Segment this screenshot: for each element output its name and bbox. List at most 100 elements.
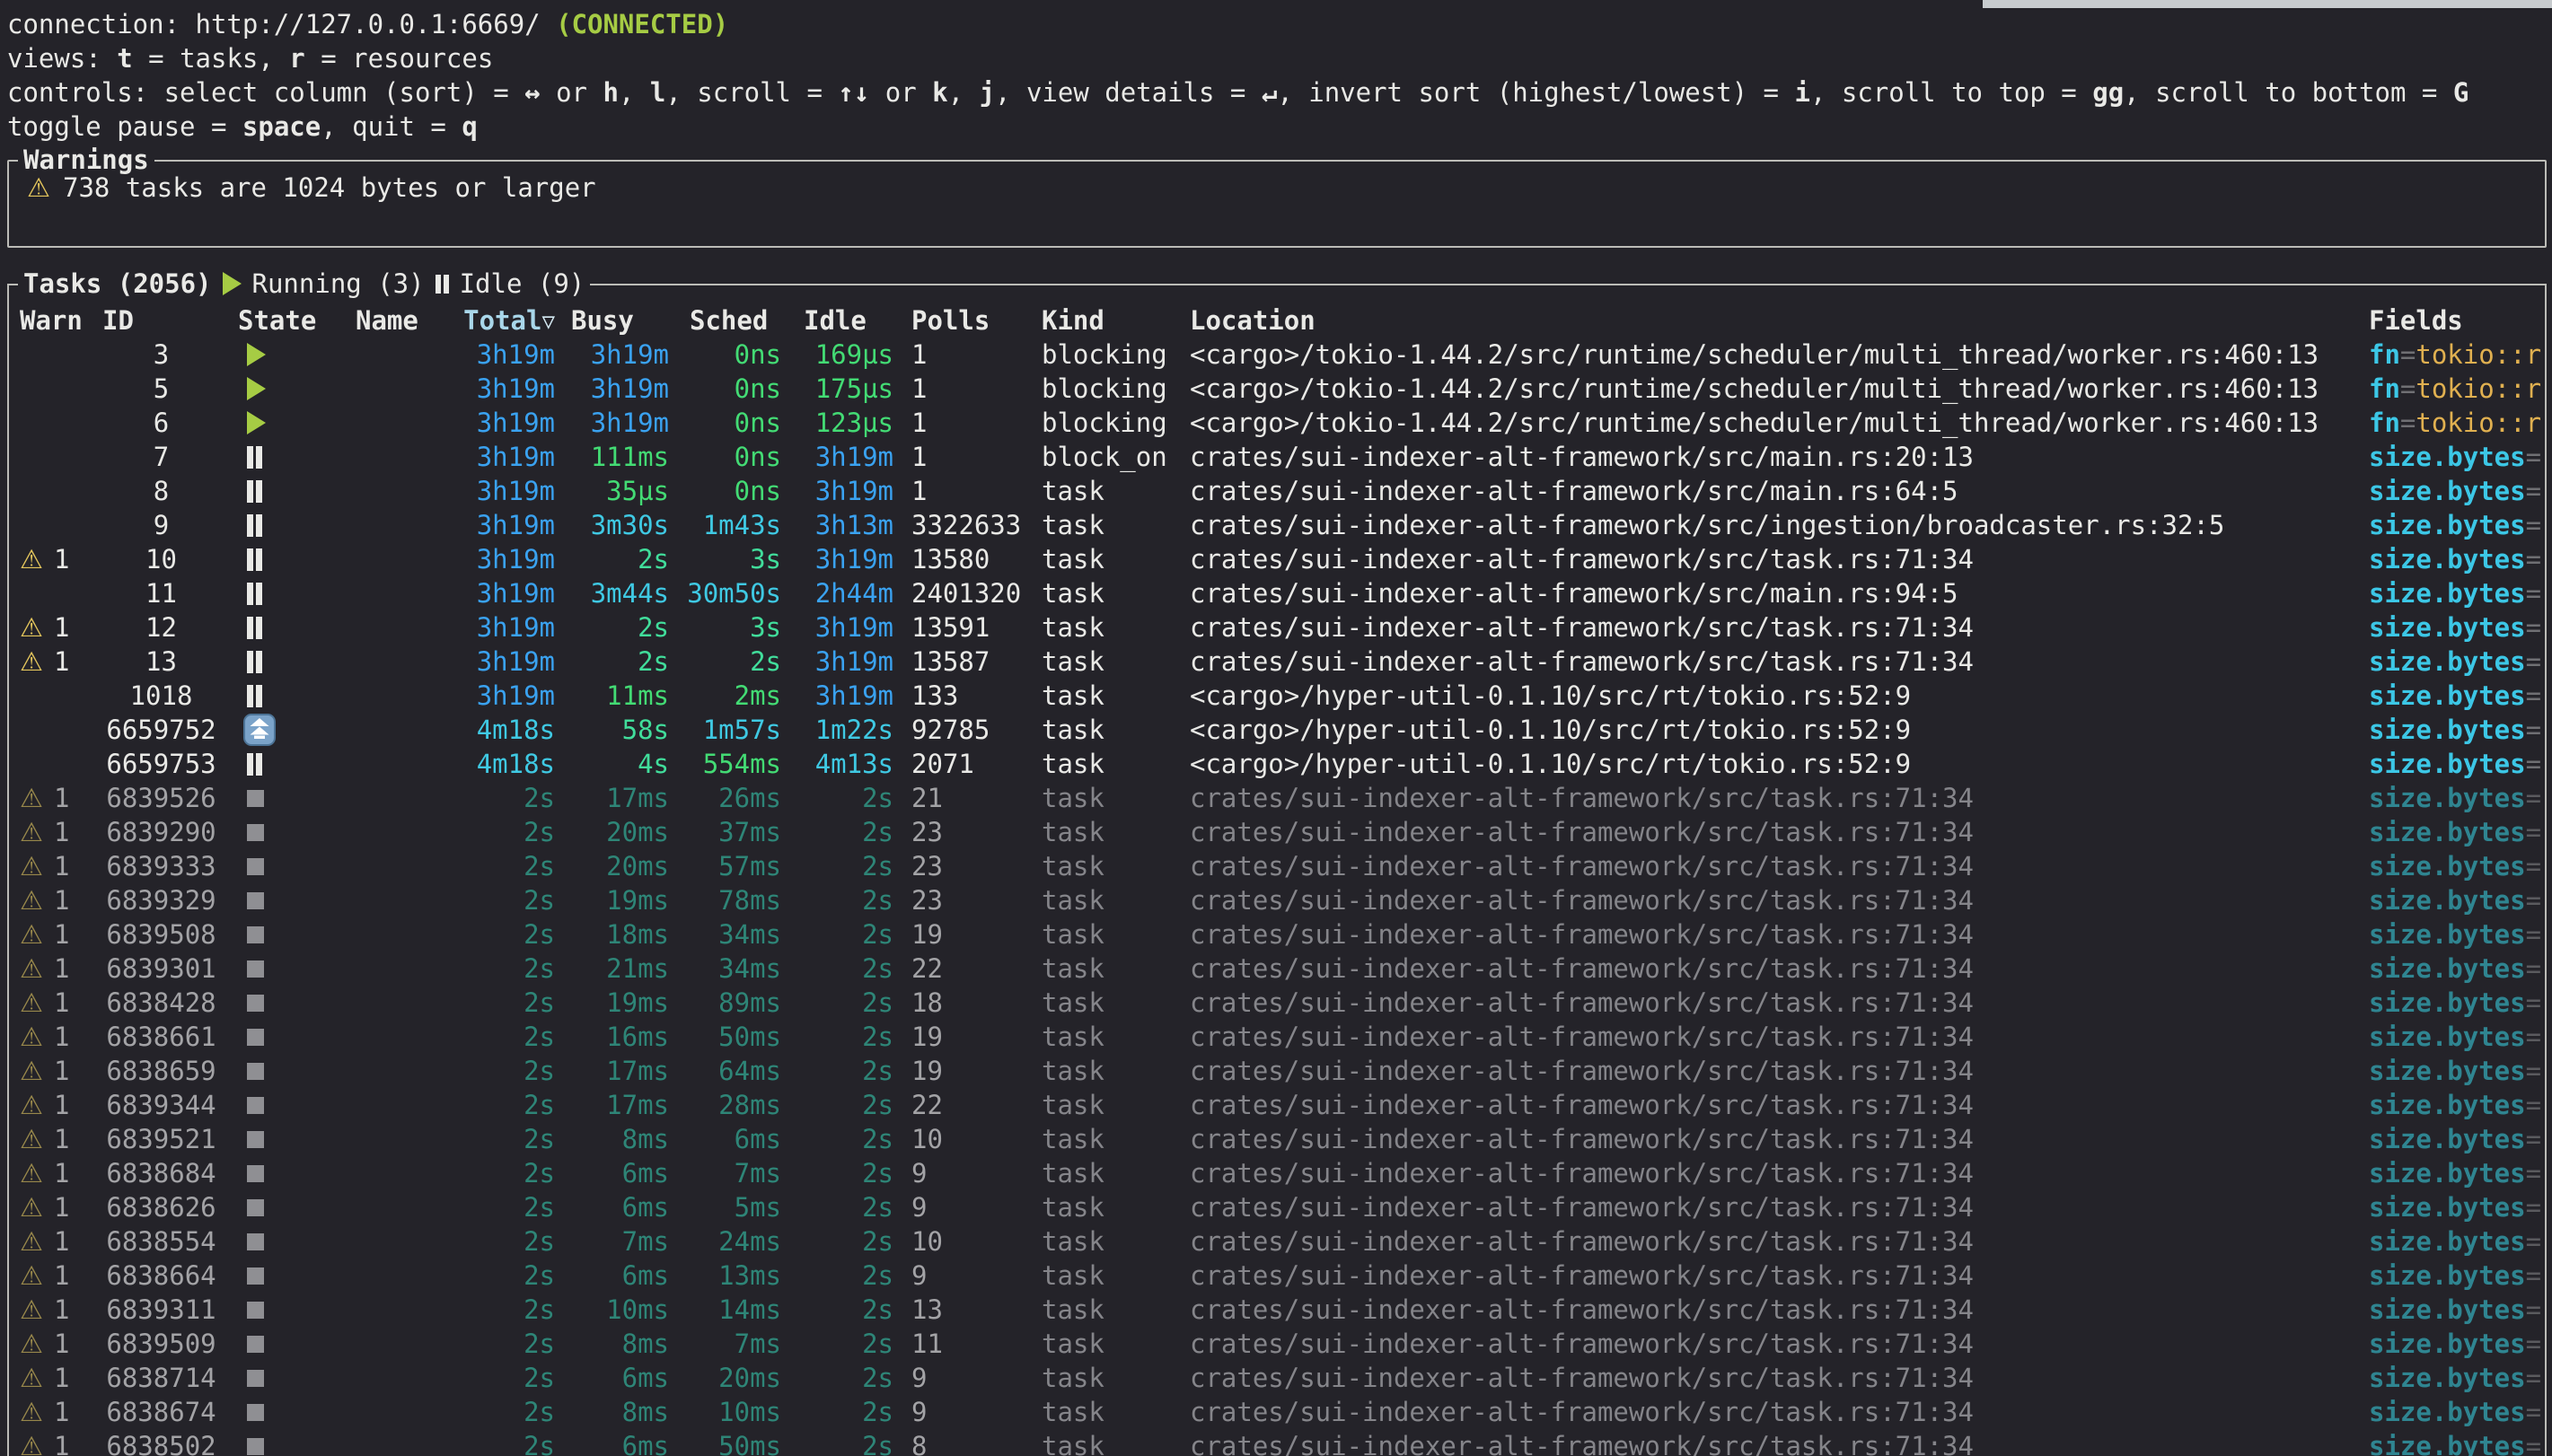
task-row[interactable]: 10183h19m11ms2ms3h19m133task<cargo>/hype… xyxy=(9,679,2545,713)
cell-warn: ⚠1 xyxy=(9,1122,102,1156)
task-row[interactable]: 63h19m3h19m0ns123µs1blocking<cargo>/toki… xyxy=(9,406,2545,440)
task-row[interactable]: ⚠168386842s6ms7ms2s9taskcrates/sui-index… xyxy=(9,1156,2545,1190)
task-row[interactable]: ⚠168393012s21ms34ms2s22taskcrates/sui-in… xyxy=(9,952,2545,986)
task-row[interactable]: ⚠168386262s6ms5ms2s9taskcrates/sui-index… xyxy=(9,1190,2545,1224)
cell-polls: 2401320 xyxy=(893,576,1026,610)
task-row[interactable]: ⚠168386642s6ms13ms2s9taskcrates/sui-inde… xyxy=(9,1259,2545,1293)
task-row[interactable]: 73h19m111ms0ns3h19m1block_oncrates/sui-i… xyxy=(9,440,2545,474)
task-row[interactable]: ⚠168395262s17ms26ms2s21taskcrates/sui-in… xyxy=(9,781,2545,815)
cell-kind: task xyxy=(1026,610,1181,645)
column-header-idle[interactable]: Idle xyxy=(781,303,893,338)
column-header-sched[interactable]: Sched xyxy=(669,303,781,338)
task-row[interactable]: 53h19m3h19m0ns175µs1blocking<cargo>/toki… xyxy=(9,372,2545,406)
task-row[interactable]: ⚠1103h19m2s3s3h19m13580taskcrates/sui-in… xyxy=(9,542,2545,576)
task-row[interactable]: ⚠168393292s19ms78ms2s23taskcrates/sui-in… xyxy=(9,883,2545,917)
cell-sched: 1m43s xyxy=(669,508,781,542)
column-header-polls[interactable]: Polls xyxy=(893,303,1026,338)
cell-busy: 8ms xyxy=(555,1327,669,1361)
cell-total: 2s xyxy=(445,1190,555,1224)
field-separator: = xyxy=(2526,1260,2541,1291)
field-key: size.bytes xyxy=(2369,578,2526,609)
cell-busy: 8ms xyxy=(555,1395,669,1429)
cell-state xyxy=(220,1029,346,1046)
task-row[interactable]: 93h19m3m30s1m43s3h13m3322633taskcrates/s… xyxy=(9,508,2545,542)
column-header-location[interactable]: Location xyxy=(1181,303,2360,338)
column-header-state[interactable]: State xyxy=(220,303,346,338)
stop-icon xyxy=(247,790,264,807)
column-header-fields[interactable]: Fields xyxy=(2360,303,2545,338)
cell-kind: block_on xyxy=(1026,440,1181,474)
column-header-id[interactable]: ID xyxy=(102,303,220,338)
cell-location: crates/sui-indexer-alt-framework/src/tas… xyxy=(1181,1054,2360,1088)
task-row[interactable]: ⚠168393112s10ms14ms2s13taskcrates/sui-in… xyxy=(9,1293,2545,1327)
controls-segment: gg xyxy=(2092,77,2124,108)
cell-warn: ⚠1 xyxy=(9,1395,102,1429)
column-header-kind[interactable]: Kind xyxy=(1026,303,1181,338)
task-row[interactable]: ⚠168393332s20ms57ms2s23taskcrates/sui-in… xyxy=(9,849,2545,883)
pause-icon xyxy=(247,446,262,469)
task-row[interactable]: ⚠168386742s8ms10ms2s9taskcrates/sui-inde… xyxy=(9,1395,2545,1429)
cell-total: 3h19m xyxy=(445,372,555,406)
cell-fields: size.bytes= xyxy=(2360,883,2545,917)
column-header-warn[interactable]: Warn xyxy=(9,303,102,338)
cell-fields: size.bytes= xyxy=(2360,713,2545,747)
cell-task-id: 7 xyxy=(102,440,220,474)
task-row[interactable]: ⚠168386592s17ms64ms2s19taskcrates/sui-in… xyxy=(9,1054,2545,1088)
cell-idle: 2s xyxy=(781,1327,893,1361)
cell-warn: ⚠1 xyxy=(9,781,102,815)
task-row[interactable]: 66597534m18s4s554ms4m13s2071task<cargo>/… xyxy=(9,747,2545,781)
cell-busy: 2s xyxy=(555,610,669,645)
cell-busy: 58s xyxy=(555,713,669,747)
task-row[interactable]: ⚠168393442s17ms28ms2s22taskcrates/sui-in… xyxy=(9,1088,2545,1122)
pause-icon xyxy=(247,514,262,537)
task-row[interactable]: ⚠168387142s6ms20ms2s9taskcrates/sui-inde… xyxy=(9,1361,2545,1395)
cell-fields: size.bytes= xyxy=(2360,610,2545,645)
column-header-total[interactable]: Total▿ xyxy=(445,303,555,338)
pause-icon xyxy=(247,583,262,605)
task-row[interactable]: ⚠168385542s7ms24ms2s10taskcrates/sui-ind… xyxy=(9,1224,2545,1259)
task-row[interactable]: ⚠168385022s6ms50ms2s8taskcrates/sui-inde… xyxy=(9,1429,2545,1456)
cell-polls: 23 xyxy=(893,883,1026,917)
task-row[interactable]: ⚠1123h19m2s3s3h19m13591taskcrates/sui-in… xyxy=(9,610,2545,645)
stop-icon xyxy=(247,1097,264,1114)
cell-polls: 13587 xyxy=(893,645,1026,679)
task-row[interactable]: ⚠168395082s18ms34ms2s19taskcrates/sui-in… xyxy=(9,917,2545,952)
cell-total: 2s xyxy=(445,815,555,849)
task-row[interactable]: 113h19m3m44s30m50s2h44m2401320taskcrates… xyxy=(9,576,2545,610)
cell-polls: 21 xyxy=(893,781,1026,815)
cell-polls: 10 xyxy=(893,1224,1026,1259)
cell-location: crates/sui-indexer-alt-framework/src/tas… xyxy=(1181,542,2360,576)
field-separator: = xyxy=(2526,442,2541,472)
cell-busy: 6ms xyxy=(555,1259,669,1293)
stop-icon xyxy=(247,926,264,943)
cell-polls: 1 xyxy=(893,406,1026,440)
field-separator: = xyxy=(2400,339,2416,370)
cell-task-id: 6838664 xyxy=(102,1259,220,1293)
cell-state xyxy=(220,1165,346,1182)
field-key: size.bytes xyxy=(2369,476,2526,506)
cell-location: crates/sui-indexer-alt-framework/src/tas… xyxy=(1181,849,2360,883)
cell-fields: fn=tokio::r xyxy=(2360,338,2545,372)
warn-count: 1 xyxy=(54,645,69,679)
field-key: size.bytes xyxy=(2369,680,2526,711)
field-separator: = xyxy=(2526,1226,2541,1257)
warn-count: 1 xyxy=(54,849,69,883)
cell-total: 2s xyxy=(445,1122,555,1156)
task-row[interactable]: 66597524m18s58s1m57s1m22s92785task<cargo… xyxy=(9,713,2545,747)
cell-kind: task xyxy=(1026,883,1181,917)
task-row[interactable]: ⚠168384282s19ms89ms2s18taskcrates/sui-in… xyxy=(9,986,2545,1020)
warn-count: 1 xyxy=(54,1327,69,1361)
task-row[interactable]: 83h19m35µs0ns3h19m1taskcrates/sui-indexe… xyxy=(9,474,2545,508)
cell-polls: 23 xyxy=(893,815,1026,849)
column-header-busy[interactable]: Busy xyxy=(555,303,669,338)
task-row[interactable]: ⚠168386612s16ms50ms2s19taskcrates/sui-in… xyxy=(9,1020,2545,1054)
cell-idle: 2s xyxy=(781,1361,893,1395)
column-header-name[interactable]: Name xyxy=(346,303,445,338)
task-row[interactable]: ⚠168395092s8ms7ms2s11taskcrates/sui-inde… xyxy=(9,1327,2545,1361)
task-row[interactable]: ⚠168392902s20ms37ms2s23taskcrates/sui-in… xyxy=(9,815,2545,849)
cell-fields: size.bytes= xyxy=(2360,1054,2545,1088)
task-row[interactable]: ⚠1133h19m2s2s3h19m13587taskcrates/sui-in… xyxy=(9,645,2545,679)
task-row[interactable]: 33h19m3h19m0ns169µs1blocking<cargo>/toki… xyxy=(9,338,2545,372)
task-row[interactable]: ⚠168395212s8ms6ms2s10taskcrates/sui-inde… xyxy=(9,1122,2545,1156)
field-separator: = xyxy=(2526,749,2541,779)
